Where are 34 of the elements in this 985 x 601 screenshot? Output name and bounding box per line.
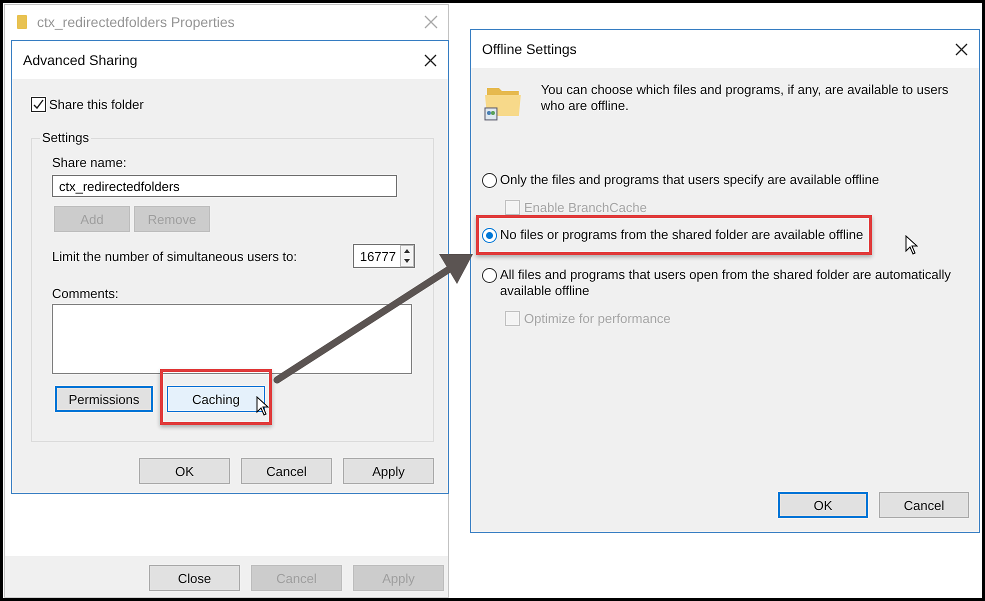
radio-label: All files and programs that users open from the shared folder are automatically available offline — [500, 267, 952, 299]
comments-label: Comments: — [52, 286, 120, 301]
dialog-button[interactable]: Caching — [167, 386, 265, 412]
checkbox-label: Optimize for performance — [524, 311, 671, 326]
radio-button[interactable] — [482, 228, 497, 243]
radio-label: Only the files and programs that users specify are available offline — [500, 172, 880, 188]
checkbox-label: Share this folder — [49, 97, 144, 112]
dialog-button[interactable]: OK — [778, 492, 868, 518]
spin-box[interactable]: 16777 — [352, 244, 415, 268]
dialog-button[interactable]: Close — [149, 565, 240, 591]
description-text: You can choose which files and programs, if any, are available to users who are offline. — [540, 82, 950, 114]
folder-icon — [17, 15, 27, 29]
dialog-button[interactable]: Permissions — [55, 386, 153, 412]
close-icon[interactable] — [955, 42, 968, 56]
window-title: ctx_redirectedfolders Properties — [37, 14, 236, 30]
cursor-icon — [905, 235, 918, 255]
share-name-field[interactable]: ctx_redirectedfolders — [52, 175, 397, 197]
dialog-button[interactable]: Cancel — [879, 492, 969, 518]
radio-button[interactable] — [482, 268, 497, 283]
dialog-title: Advanced Sharing — [23, 52, 138, 68]
dialog-button[interactable]: Cancel — [241, 458, 332, 484]
cursor-icon — [256, 396, 269, 416]
group-label: Settings — [40, 130, 91, 145]
comments-field[interactable] — [52, 304, 412, 374]
radio-label: No files or programs from the shared folder are available offline — [500, 227, 864, 243]
radio-button[interactable] — [482, 173, 497, 188]
close-icon[interactable] — [424, 54, 437, 66]
dialog-button[interactable]: Apply — [343, 458, 434, 484]
share-name-label: Share name: — [52, 155, 128, 170]
checkbox-label: Enable BranchCache — [524, 200, 647, 215]
dialog-title: Offline Settings — [482, 41, 577, 57]
dialog-button[interactable]: OK — [139, 458, 230, 484]
checkbox[interactable] — [31, 97, 46, 112]
limit-label: Limit the number of simultaneous users to: — [52, 248, 297, 264]
